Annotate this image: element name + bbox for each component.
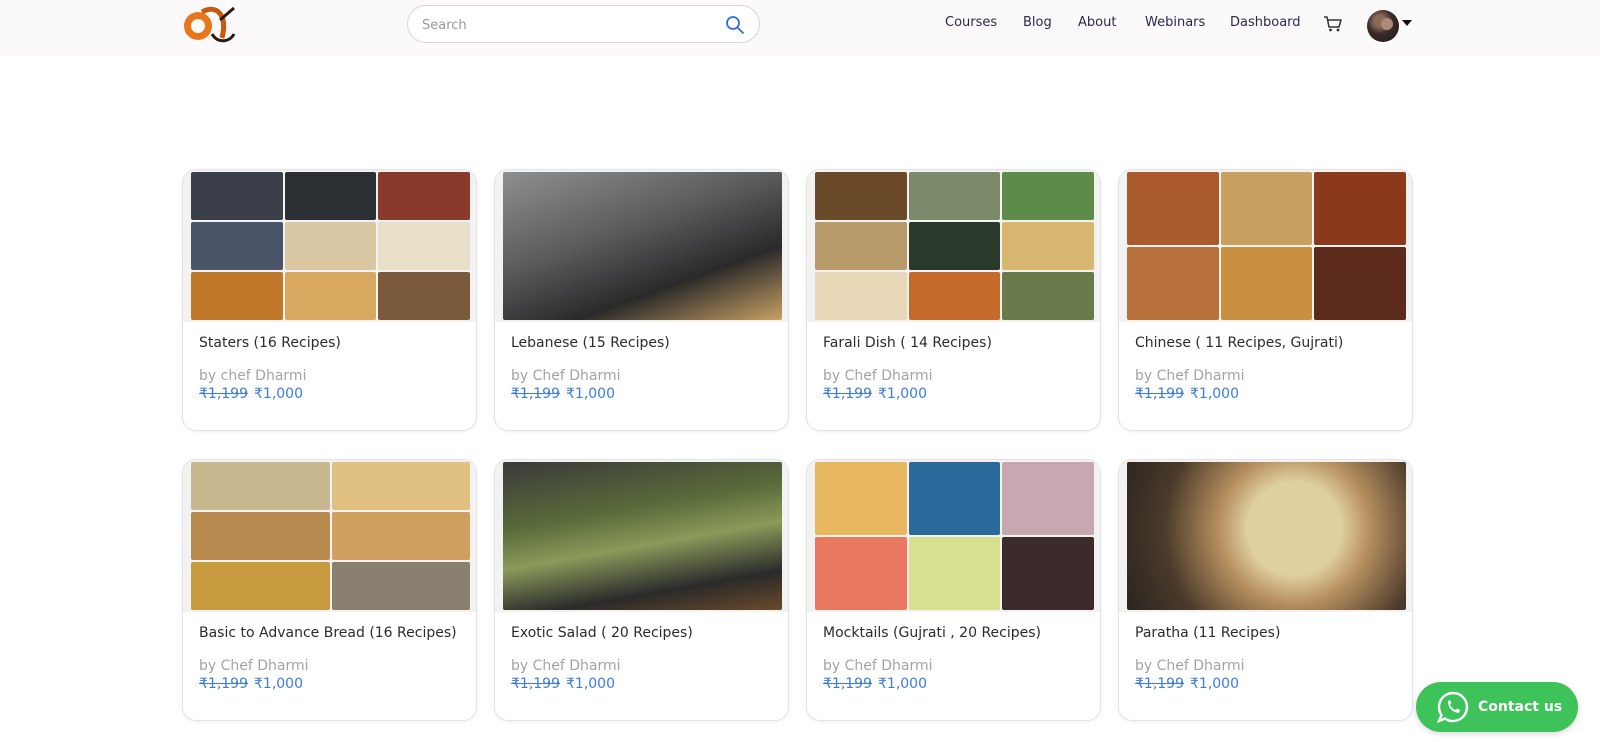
sale-price: ₹1,000 [878,676,927,692]
original-price: ₹1,199 [823,386,872,402]
course-title[interactable]: Farali Dish ( 14 Recipes) [823,335,992,351]
whatsapp-icon [1436,691,1469,724]
course-thumbnail [1119,460,1412,612]
course-price: ₹1,199 ₹1,000 [1135,676,1239,692]
search-icon[interactable] [725,15,745,35]
course-thumbnail [807,460,1100,612]
original-price: ₹1,199 [199,676,248,692]
course-title[interactable]: Paratha (11 Recipes) [1135,625,1280,641]
nav-courses[interactable]: Courses [945,15,997,30]
user-avatar[interactable] [1367,10,1399,42]
course-card[interactable]: Exotic Salad ( 20 Recipes) by Chef Dharm… [494,459,789,721]
original-price: ₹1,199 [823,676,872,692]
course-card[interactable]: Farali Dish ( 14 Recipes) by Chef Dharmi… [806,169,1101,431]
course-author: by Chef Dharmi [1135,658,1245,674]
sale-price: ₹1,000 [254,386,303,402]
sale-price: ₹1,000 [1190,386,1239,402]
contact-label: Contact us [1478,699,1563,715]
cart-icon[interactable] [1323,15,1343,33]
course-card[interactable]: Mocktails (Gujrati , 20 Recipes) by Chef… [806,459,1101,721]
original-price: ₹1,199 [1135,386,1184,402]
nav-webinars[interactable]: Webinars [1145,15,1205,30]
course-price: ₹1,199 ₹1,000 [511,386,615,402]
course-price: ₹1,199 ₹1,000 [511,676,615,692]
course-author: by Chef Dharmi [199,658,309,674]
nav-blog[interactable]: Blog [1023,15,1052,30]
course-price: ₹1,199 ₹1,000 [199,676,303,692]
whatsapp-contact-button[interactable]: Contact us [1416,682,1578,732]
course-title[interactable]: Mocktails (Gujrati , 20 Recipes) [823,625,1041,641]
sale-price: ₹1,000 [566,676,615,692]
course-title[interactable]: Lebanese (15 Recipes) [511,335,670,351]
sale-price: ₹1,000 [1190,676,1239,692]
original-price: ₹1,199 [199,386,248,402]
course-price: ₹1,199 ₹1,000 [823,386,927,402]
sale-price: ₹1,000 [878,386,927,402]
original-price: ₹1,199 [1135,676,1184,692]
top-navbar: Courses Blog About Webinars Dashboard [0,0,1600,56]
course-author: by chef Dharmi [199,368,307,384]
course-price: ₹1,199 ₹1,000 [199,386,303,402]
course-card[interactable]: Paratha (11 Recipes) by Chef Dharmi ₹1,1… [1118,459,1413,721]
course-thumbnail [183,460,476,612]
original-price: ₹1,199 [511,676,560,692]
sale-price: ₹1,000 [254,676,303,692]
course-card[interactable]: Staters (16 Recipes) by chef Dharmi ₹1,1… [182,169,477,431]
sale-price: ₹1,000 [566,386,615,402]
course-thumbnail [495,460,788,612]
course-card[interactable]: Basic to Advance Bread (16 Recipes) by C… [182,459,477,721]
site-logo[interactable] [182,4,238,46]
course-author: by Chef Dharmi [823,368,933,384]
nav-about[interactable]: About [1078,15,1116,30]
course-author: by Chef Dharmi [1135,368,1245,384]
course-author: by Chef Dharmi [511,368,621,384]
course-title[interactable]: Basic to Advance Bread (16 Recipes) [199,625,457,641]
chevron-down-icon[interactable] [1402,20,1412,26]
course-card[interactable]: Lebanese (15 Recipes) by Chef Dharmi ₹1,… [494,169,789,431]
course-price: ₹1,199 ₹1,000 [823,676,927,692]
course-title[interactable]: Exotic Salad ( 20 Recipes) [511,625,693,641]
course-card[interactable]: Chinese ( 11 Recipes, Gujrati) by Chef D… [1118,169,1413,431]
course-price: ₹1,199 ₹1,000 [1135,386,1239,402]
course-thumbnail [183,170,476,322]
course-author: by Chef Dharmi [823,658,933,674]
nav-dashboard[interactable]: Dashboard [1230,15,1301,30]
search-bar [407,5,760,43]
course-author: by Chef Dharmi [511,658,621,674]
course-thumbnail [495,170,788,322]
course-title[interactable]: Chinese ( 11 Recipes, Gujrati) [1135,335,1343,351]
course-thumbnail [807,170,1100,322]
course-thumbnail [1119,170,1412,322]
course-title[interactable]: Staters (16 Recipes) [199,335,341,351]
search-input[interactable] [422,14,712,36]
original-price: ₹1,199 [511,386,560,402]
